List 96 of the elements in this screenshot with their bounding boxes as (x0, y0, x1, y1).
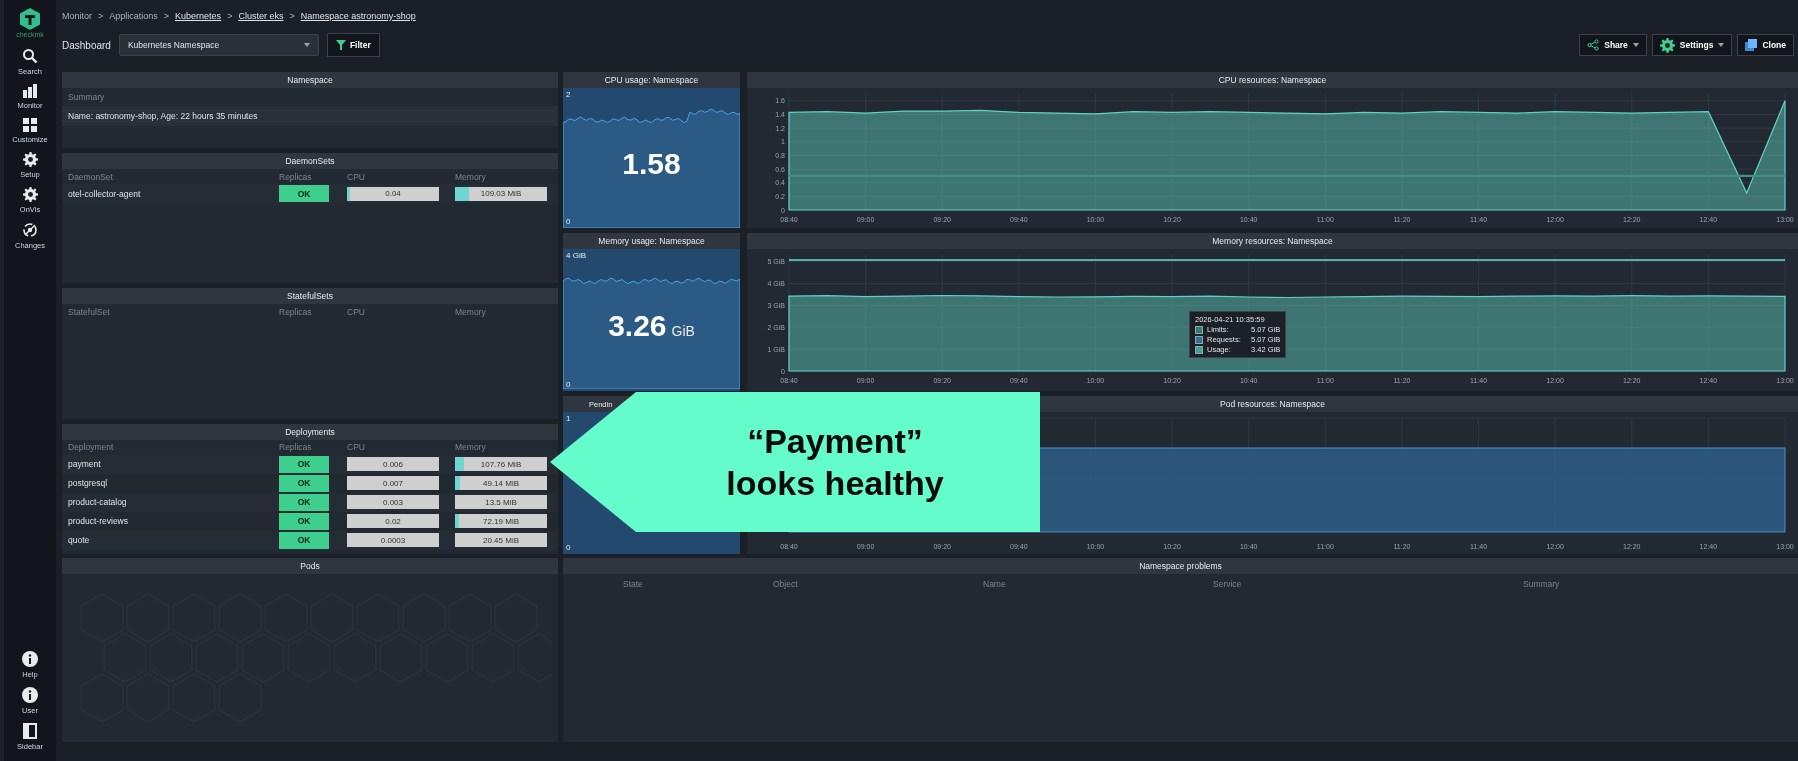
cpu-value: 0.007 (383, 478, 403, 488)
bar-chart-icon (22, 84, 38, 98)
table-cell-text: otel-collector-agent (68, 188, 142, 199)
metric-value: 3.26 (608, 308, 667, 343)
gear-icon (22, 187, 38, 202)
panel-title: Memory resources: Namespace (747, 233, 1798, 249)
column-header: Summary (1523, 579, 1561, 589)
status-badge: OK (279, 474, 329, 492)
panel-title: Pods (62, 558, 558, 574)
column-header: Service (1213, 579, 1243, 589)
breadcrumb-item[interactable]: Applications (109, 11, 158, 21)
toolbar-button[interactable]: Share (1579, 34, 1647, 56)
column-header: Memory (455, 171, 487, 182)
cpu-value: 0.02 (385, 516, 401, 526)
callout-text: “Payment” (747, 420, 923, 462)
column-header: StatefulSet (68, 306, 111, 317)
cpu-value: 0.003 (383, 497, 403, 507)
column-header: State (623, 579, 644, 589)
panel-title: CPU usage: Namespace (563, 72, 740, 88)
memory-value: 49.14 MiB (483, 478, 519, 488)
column-header: Summary (67, 91, 106, 104)
status-badge: OK (279, 493, 329, 511)
status-badge: OK (279, 455, 329, 473)
column-header: Memory (455, 442, 487, 453)
axis-label: 0 (566, 217, 571, 226)
column-header: Replicas (279, 306, 313, 317)
axis-label: 0 (566, 543, 571, 552)
column-header: Memory (455, 306, 487, 317)
memory-value: 109.03 MiB (480, 189, 522, 198)
cpu-value: 0.04 (385, 189, 401, 198)
breadcrumb-separator: > (289, 11, 295, 21)
memory-value: 13.5 MiB (485, 497, 517, 507)
cpu-value: 0.0003 (380, 535, 406, 545)
metric-unit: GiB (671, 322, 695, 339)
breadcrumb-separator: > (163, 11, 170, 21)
column-header: Replicas (279, 442, 313, 453)
table-cell-text: payment (68, 459, 102, 470)
summary-text: Name: astronomy-shop, Age: 22 hours 35 minutes (62, 106, 558, 126)
column-header: Deployment (68, 442, 115, 453)
panel-title: Namespace (62, 72, 558, 88)
column-header: DaemonSet (68, 171, 114, 182)
panel-title: DaemonSets (62, 153, 558, 169)
panel-title: Memory usage: Namespace (563, 233, 740, 249)
filter-button[interactable]: Filter (326, 33, 380, 57)
memory-value: 72.19 MiB (483, 516, 519, 526)
callout-text: looks healthy (726, 463, 944, 504)
axis-label: 2 (566, 90, 571, 99)
logo-icon (20, 8, 40, 30)
table-cell-text: product-reviews (68, 516, 129, 527)
caret-icon (303, 43, 310, 47)
grid-icon (23, 118, 37, 132)
filter-icon (335, 40, 346, 50)
caret-icon (1632, 43, 1639, 47)
toolbar-button[interactable]: Settings (1651, 34, 1733, 56)
sidebar-panel-icon (23, 723, 37, 739)
axis-label: 0 (566, 380, 571, 389)
panel-title: CPU resources: Namespace (747, 72, 1798, 88)
status-badge: OK (279, 185, 329, 202)
clone-icon (1745, 39, 1758, 51)
dashboard-select[interactable]: Kubernetes Namespace (118, 34, 319, 56)
table-cell-text: product-catalog (68, 497, 128, 508)
column-header: CPU (347, 306, 366, 317)
cpu-value: 0.006 (383, 459, 403, 469)
breadcrumb-separator: > (98, 11, 104, 21)
share-icon (1587, 39, 1600, 51)
info-icon (22, 651, 38, 667)
axis-label: 4 GiB (566, 251, 586, 260)
column-header: Name (983, 579, 1007, 589)
column-header: CPU (347, 442, 366, 453)
panel-title: Deployments (62, 423, 558, 440)
search-icon (22, 48, 38, 64)
column-header: Object (773, 579, 799, 589)
panel-title: Namespace problems (563, 558, 1798, 574)
info-icon (22, 687, 38, 703)
gear-icon (1659, 37, 1675, 53)
metric-value: 1.58 (622, 146, 681, 181)
caret-icon (1718, 43, 1725, 47)
panel-title: StatefulSets (62, 288, 558, 305)
status-badge: OK (279, 531, 329, 549)
dashboard-label: Dashboard (62, 39, 111, 51)
memory-value: 20.45 MiB (483, 535, 519, 545)
table-cell-text: postgresql (68, 478, 109, 489)
column-header: CPU (347, 171, 366, 182)
memory-value: 107.76 MiB (480, 459, 522, 469)
table-cell-text: quote (68, 535, 91, 546)
toolbar-button[interactable]: Clone (1737, 34, 1794, 56)
breadcrumb-item[interactable]: Monitor (62, 11, 92, 21)
column-header: Replicas (279, 171, 313, 182)
breadcrumb-item[interactable]: Namespace astronomy-shop (300, 11, 416, 21)
breadcrumb-item[interactable]: Kubernetes (175, 11, 222, 21)
axis-label: 1 (566, 414, 571, 423)
breadcrumb-separator: > (227, 11, 233, 21)
status-badge: OK (279, 512, 329, 530)
orbit-icon (22, 222, 38, 238)
breadcrumb-item[interactable]: Cluster eks (238, 11, 284, 21)
gear-icon (22, 152, 38, 167)
